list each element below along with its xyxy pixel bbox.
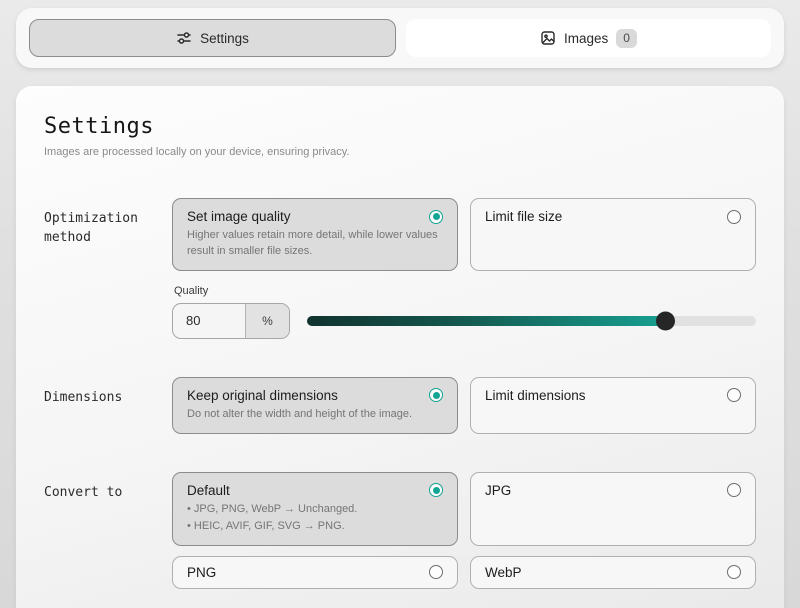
option-limit-file-size[interactable]: Limit file size [470, 198, 756, 271]
page-subtitle: Images are processed locally on your dev… [44, 146, 756, 158]
option-title: Limit file size [485, 209, 562, 224]
images-count-badge: 0 [616, 29, 637, 48]
option-title: Limit dimensions [485, 388, 586, 403]
option-convert-webp[interactable]: WebP [470, 556, 756, 589]
option-title: Keep original dimensions [187, 388, 338, 403]
option-convert-png[interactable]: PNG [172, 556, 458, 589]
convert-rule: • HEIC, AVIF, GIF, SVG → PNG. [187, 519, 443, 535]
convert-rule: • JPG, PNG, WebP → Unchanged. [187, 502, 443, 518]
settings-form: Optimization method Set image quality Hi… [44, 198, 756, 589]
option-title: PNG [187, 565, 216, 580]
option-title: Default [187, 483, 230, 498]
option-description: Higher values retain more detail, while … [187, 228, 443, 260]
quality-slider-track[interactable] [307, 316, 756, 326]
tab-settings-label: Settings [200, 31, 249, 46]
quality-input[interactable]: 80 % [172, 303, 290, 339]
option-title: JPG [485, 483, 511, 498]
radio-selected-icon[interactable] [429, 388, 443, 402]
option-description: • JPG, PNG, WebP → Unchanged. • HEIC, AV… [187, 502, 443, 535]
tab-bar: Settings Images 0 [16, 8, 784, 68]
option-title: Set image quality [187, 209, 291, 224]
option-description: Do not alter the width and height of the… [187, 407, 443, 423]
page-title: Settings [44, 114, 756, 139]
quality-value[interactable]: 80 [173, 304, 245, 338]
radio-unselected-icon[interactable] [727, 210, 741, 224]
radio-unselected-icon[interactable] [727, 388, 741, 402]
option-title: WebP [485, 565, 522, 580]
dimensions-label: Dimensions [44, 377, 172, 434]
quality-slider-fill [307, 316, 666, 326]
image-icon [540, 30, 556, 46]
option-set-image-quality[interactable]: Set image quality Higher values retain m… [172, 198, 458, 271]
option-limit-dimensions[interactable]: Limit dimensions [470, 377, 756, 434]
quality-control: Quality 80 % [172, 285, 756, 339]
radio-selected-icon[interactable] [429, 483, 443, 497]
option-convert-default[interactable]: Default • JPG, PNG, WebP → Unchanged. • … [172, 472, 458, 546]
quality-slider-thumb[interactable] [656, 311, 675, 330]
tab-images[interactable]: Images 0 [406, 19, 771, 57]
radio-selected-icon[interactable] [429, 210, 443, 224]
convert-to-section: Convert to Default • JPG, PNG, WebP → Un… [44, 472, 756, 589]
tab-settings[interactable]: Settings [29, 19, 396, 57]
dimensions-section: Dimensions Keep original dimensions Do n… [44, 377, 756, 434]
convert-to-label: Convert to [44, 472, 172, 589]
optimization-method-label: Optimization method [44, 198, 172, 339]
radio-unselected-icon[interactable] [727, 483, 741, 497]
option-convert-jpg[interactable]: JPG [470, 472, 756, 546]
sliders-icon [176, 30, 192, 46]
optimization-method-section: Optimization method Set image quality Hi… [44, 198, 756, 339]
option-keep-original-dimensions[interactable]: Keep original dimensions Do not alter th… [172, 377, 458, 434]
tab-images-label: Images [564, 31, 608, 46]
quality-slider[interactable] [307, 312, 756, 330]
quality-unit: % [245, 304, 289, 338]
settings-panel: Settings Images are processed locally on… [16, 86, 784, 608]
radio-unselected-icon[interactable] [429, 565, 443, 579]
radio-unselected-icon[interactable] [727, 565, 741, 579]
quality-label: Quality [174, 285, 756, 297]
